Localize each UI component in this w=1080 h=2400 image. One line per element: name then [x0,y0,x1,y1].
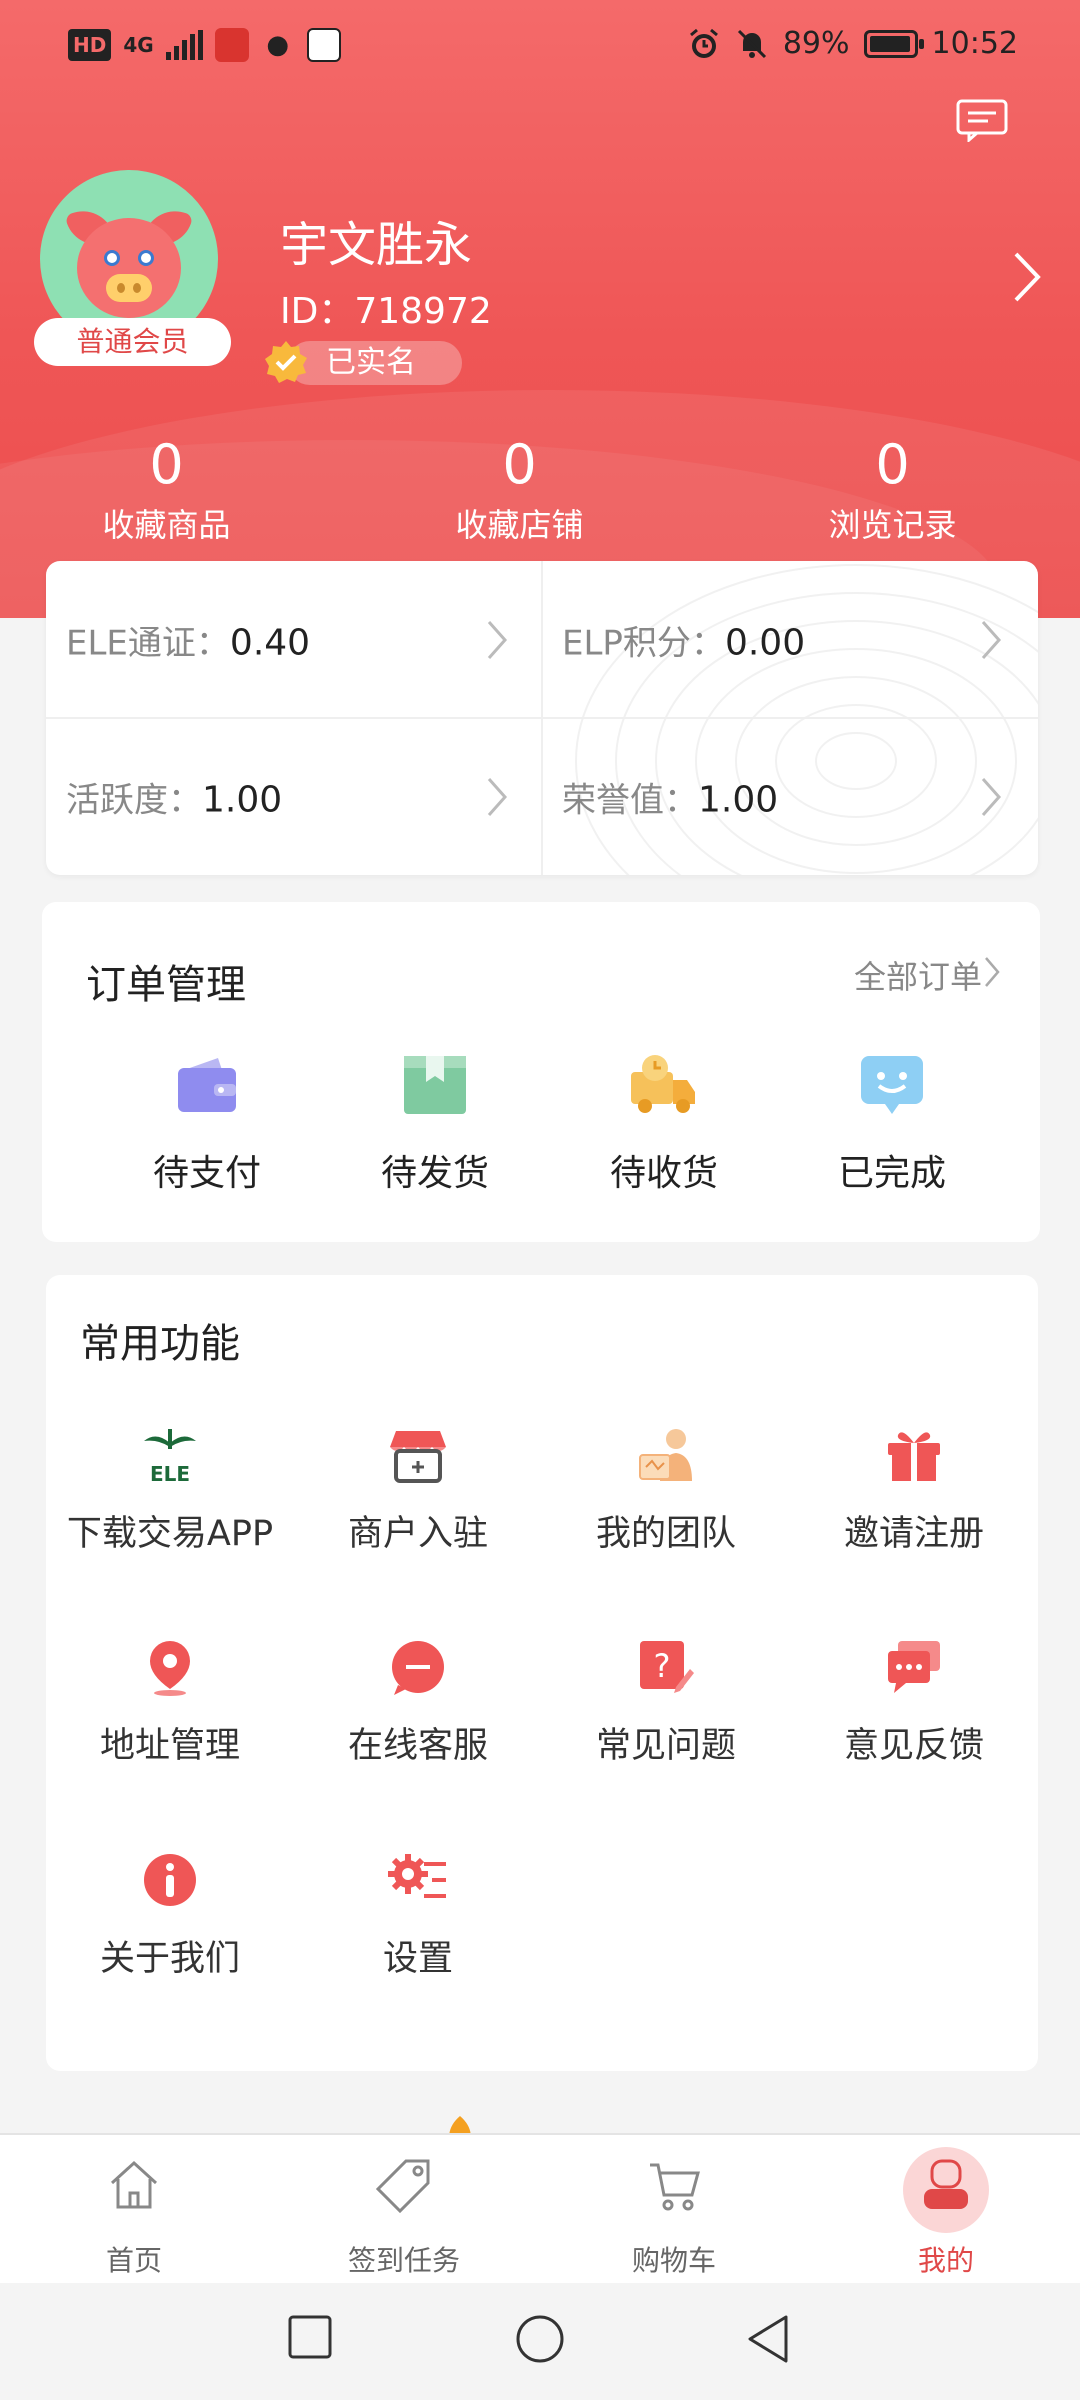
nav-shopping-cart[interactable]: 购物车 [564,2135,784,2285]
order-pending-payment[interactable]: 待支付 [92,1052,322,1212]
order-management-card: 订单管理 全部订单 待支付 待发货 待收货 已完成 [42,902,1040,1242]
func-online-service[interactable]: 在线客服 [294,1637,542,1787]
system-navigation-bar [0,2283,1080,2400]
order-pending-receipt[interactable]: 待收货 [549,1052,779,1212]
wallet-ele-token[interactable]: ELE通证：0.40 [46,561,542,718]
wechat-icon: ● [266,30,290,60]
profile-page: HD 4G ● 89% 10:52 普通会员 宇文胜永 ID：718972 已实… [0,0,1080,2400]
location-pin-icon [150,1641,190,1696]
info-icon [144,1854,196,1906]
stat-favorite-products[interactable]: 0 收藏商品 [0,430,333,550]
stats-row: 0 收藏商品 0 收藏店铺 0 浏览记录 [0,430,1080,550]
message-icon[interactable] [955,98,1009,142]
wallet-elp-points[interactable]: ELP积分：0.00 [542,561,1038,718]
verified-label: 已实名 [326,345,416,380]
wallet-activity[interactable]: 活跃度：1.00 [46,718,542,875]
app-notification-icon [214,28,249,62]
user-id: ID：718972 [280,291,492,332]
profile-chevron-right-icon[interactable] [1012,250,1042,304]
back-button[interactable] [744,2313,792,2365]
chevron-right-icon [981,621,1002,659]
nav-home[interactable]: 首页 [24,2135,244,2285]
recent-apps-button[interactable] [286,2313,334,2361]
nav-checkin-tasks[interactable]: 签到任务 [294,2135,514,2285]
common-functions-card: 常用功能 ELE 下载交易APP 商户入驻 我的团队 邀请注册 地址管理 在线客… [46,1275,1038,2071]
delivery-truck-icon [631,1055,695,1113]
order-completed[interactable]: 已完成 [777,1052,1007,1212]
member-level-badge: 普通会员 [34,318,231,366]
wallet-icon [178,1058,236,1112]
gift-icon [888,1432,940,1481]
func-about-us[interactable]: 关于我们 [46,1850,294,2000]
profile-header: HD 4G ● 89% 10:52 普通会员 宇文胜永 ID：718972 已实… [0,0,1080,618]
func-settings[interactable]: 设置 [294,1850,542,2000]
svg-text:?: ? [654,1647,671,1685]
order-pending-shipment[interactable]: 待发货 [320,1052,550,1212]
username: 宇文胜永 [280,217,473,273]
bottom-navigation: 首页 签到任务 购物车 我的 [0,2133,1080,2283]
signal-icon [165,30,203,60]
nav-mine[interactable]: 我的 [836,2135,1056,2285]
flame-icon [449,2116,471,2134]
recommend-section-peek [440,2114,670,2134]
home-icon [110,2160,158,2209]
func-download-app[interactable]: ELE 下载交易APP [46,1425,294,1575]
order-management-title: 订单管理 [86,962,246,1008]
user-icon [924,2159,968,2209]
settings-icon [388,1854,446,1898]
box-icon [404,1056,466,1114]
wallet-card: ELE通证：0.40 ELP积分：0.00 活跃度：1.00 荣誉值：1.00 [46,561,1038,875]
mute-bell-icon [737,29,766,58]
clock: 10:52 [931,26,1018,61]
stat-favorite-shops[interactable]: 0 收藏店铺 [333,430,706,550]
func-faq[interactable]: ? 常见问题 [542,1637,790,1787]
wallet-honor[interactable]: 荣誉值：1.00 [542,718,1038,875]
svg-text:ELE: ELE [150,1462,190,1485]
chevron-right-icon [487,621,508,659]
func-invite-register[interactable]: 邀请注册 [790,1425,1038,1575]
status-bar: HD 4G ● 89% 10:52 [0,0,1080,92]
chevron-right-icon [981,778,1002,816]
cart-icon [650,2163,700,2211]
func-merchant-join[interactable]: 商户入驻 [294,1425,542,1575]
battery-icon [863,29,924,58]
chevron-right-icon[interactable] [984,956,1000,988]
home-button[interactable] [514,2313,566,2365]
app-notification-icon [306,28,341,62]
alarm-icon [689,28,718,58]
all-orders-link[interactable]: 全部订单 [854,952,982,998]
question-icon: ? [640,1641,694,1693]
chat-bubble-icon [392,1641,444,1695]
stat-browse-history[interactable]: 0 浏览记录 [706,430,1079,550]
team-icon [639,1429,692,1481]
chevron-right-icon [487,778,508,816]
battery-percent: 89% [782,26,850,61]
store-icon [390,1431,446,1483]
func-feedback[interactable]: 意见反馈 [790,1637,1038,1787]
hd-indicator: HD [68,29,112,61]
feedback-icon [888,1641,940,1693]
network-type: 4G [123,33,154,57]
verified-badge: 已实名 [262,338,462,386]
smile-chat-icon [861,1056,923,1114]
ele-logo-icon: ELE [144,1429,196,1485]
func-my-team[interactable]: 我的团队 [542,1425,790,1575]
func-address-management[interactable]: 地址管理 [46,1637,294,1787]
common-functions-title: 常用功能 [80,1321,240,1367]
verified-check-icon [265,341,307,383]
tag-icon [376,2159,430,2213]
